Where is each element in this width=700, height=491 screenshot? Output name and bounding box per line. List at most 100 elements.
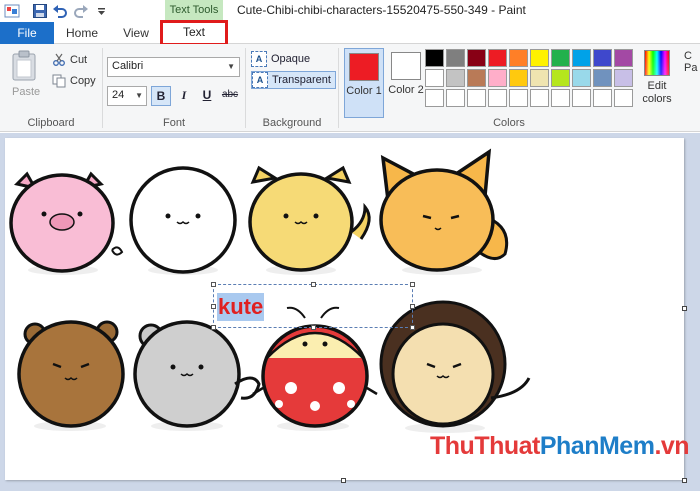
colors-group-label: Colors [493,117,525,129]
transparent-option[interactable]: A Transparent [251,71,336,89]
title-bar: Text Tools Cute-Chibi-chibi-characters-1… [0,0,700,22]
palette-color-swatch[interactable] [593,89,612,107]
watermark-part1: ThuThuat [430,432,540,460]
palette-color-swatch[interactable] [425,49,444,67]
watermark-part3: .vn [654,432,690,460]
font-group-label: Font [162,117,185,129]
palette-color-swatch[interactable] [509,69,528,87]
bear-character [17,320,125,431]
fox-character [379,148,509,275]
transparent-icon: A [252,72,268,88]
palette-color-swatch[interactable] [446,89,465,107]
resize-handle[interactable] [211,325,216,330]
palette-color-swatch[interactable] [530,49,549,67]
ribbon-divider [245,48,246,128]
palette-color-swatch[interactable] [425,69,444,87]
text-box[interactable]: kute [211,282,415,330]
palette-color-swatch[interactable] [572,89,591,107]
chevron-down-icon: ▼ [227,62,235,71]
resize-handle[interactable] [311,325,316,330]
palette-color-swatch[interactable] [488,89,507,107]
palette-color-swatch[interactable] [467,89,486,107]
canvas[interactable]: kute [5,138,684,480]
color1-label: Color 1 [346,85,382,97]
palette-color-swatch[interactable] [551,49,570,67]
resize-handle[interactable] [410,282,415,287]
resize-handle[interactable] [211,304,216,309]
font-size-select[interactable]: 24 ▼ [107,86,147,106]
edit-colors-button[interactable]: Edit colors [640,50,674,106]
palette-color-swatch[interactable] [446,49,465,67]
palette-color-swatch[interactable] [572,49,591,67]
color1-button[interactable]: Color 1 [344,48,384,118]
grey-mouse-character [133,320,261,431]
color2-button[interactable]: Color 2 [386,48,426,118]
text-box-content[interactable]: kute [217,293,265,321]
underline-button[interactable]: U [197,86,217,106]
resize-handle[interactable] [410,325,415,330]
palette-color-swatch[interactable] [425,89,444,107]
cut-label: Cut [70,54,88,66]
palette-color-swatch[interactable] [614,69,633,87]
palette-color-swatch[interactable] [551,89,570,107]
ribbon-tabs: File Home View Text [0,20,700,46]
palette-color-swatch[interactable] [530,89,549,107]
transparent-label: Transparent [272,74,331,86]
undo-icon[interactable] [52,3,68,19]
background-group-label: Background [262,117,322,129]
clipboard-group-label: Clipboard [27,117,75,129]
copy-button[interactable]: Copy [52,73,96,89]
customize-dropdown-icon[interactable] [93,3,109,19]
color2-label: Color 2 [388,84,424,96]
opaque-icon: A [251,51,267,67]
tab-file[interactable]: File [0,22,54,44]
white-cat-character [129,166,237,275]
palette-color-swatch[interactable] [446,69,465,87]
canvas-resize-handle[interactable] [682,478,687,483]
bold-button[interactable]: B [151,86,171,106]
redo-icon[interactable] [73,3,89,19]
window-title: Cute-Chibi-chibi-characters-15520475-550… [237,3,526,17]
palette-color-swatch[interactable] [593,69,612,87]
paint-app-icon[interactable] [4,3,20,19]
canvas-resize-handle[interactable] [682,306,687,311]
palette-color-swatch[interactable] [488,49,507,67]
font-family-select[interactable]: Calibri ▼ [107,57,240,77]
canvas-resize-handle[interactable] [341,478,346,483]
palette-color-swatch[interactable] [614,89,633,107]
pig-character [9,171,124,275]
palette-color-swatch[interactable] [467,69,486,87]
paste-button[interactable]: Paste [12,86,40,98]
opaque-label: Opaque [271,53,311,65]
palette-color-swatch[interactable] [572,69,591,87]
palette-color-swatch[interactable] [614,49,633,67]
save-icon[interactable] [32,3,48,19]
palette-color-swatch[interactable] [509,49,528,67]
copy-icon [52,74,66,88]
ribbon-divider [102,48,103,128]
resize-handle[interactable] [410,304,415,309]
cut-button[interactable]: Cut [52,52,87,68]
color-spectrum-icon [644,50,670,76]
ribbon-divider [338,48,339,128]
italic-button[interactable]: I [174,86,194,106]
palette-color-swatch[interactable] [593,49,612,67]
watermark-part2: PhanMem [539,432,655,460]
resize-handle[interactable] [311,282,316,287]
color2-swatch [391,52,421,80]
paste-icon[interactable] [10,50,38,82]
strikethrough-button[interactable]: abc [220,86,240,106]
palette-color-swatch[interactable] [509,89,528,107]
chevron-down-icon: ▼ [135,91,143,100]
palette-color-swatch[interactable] [488,69,507,87]
palette-color-swatch[interactable] [467,49,486,67]
opaque-option[interactable]: A Opaque [251,50,314,68]
tab-home[interactable]: Home [60,22,104,44]
tab-view[interactable]: View [114,22,158,44]
tab-text[interactable]: Text [160,20,228,46]
resize-handle[interactable] [211,282,216,287]
truncated-ribbon-label: C Pa [684,50,698,74]
edit-colors-label: Edit colors [642,80,672,105]
palette-color-swatch[interactable] [551,69,570,87]
palette-color-swatch[interactable] [530,69,549,87]
